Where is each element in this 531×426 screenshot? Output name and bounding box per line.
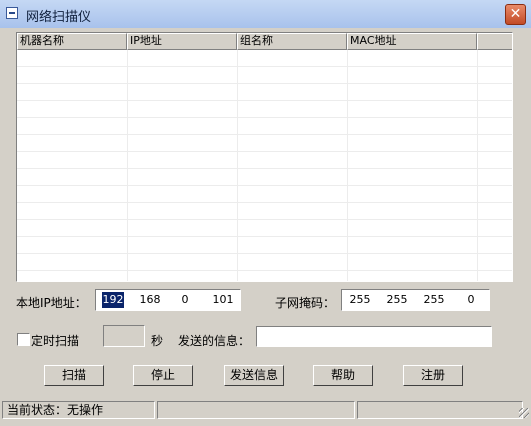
- column-header-group-name[interactable]: 组名称: [237, 33, 347, 50]
- send-message-button[interactable]: 发送信息: [224, 365, 284, 386]
- status-pane-3: [357, 401, 523, 419]
- timer-interval-input[interactable]: [103, 325, 145, 347]
- subnet-octet-1[interactable]: 255: [346, 292, 374, 308]
- scan-button[interactable]: 扫描: [44, 365, 104, 386]
- title-bar[interactable]: 网络扫描仪 ✕: [0, 0, 531, 28]
- register-button[interactable]: 注册: [403, 365, 463, 386]
- local-ip-octet-2[interactable]: 168: [136, 292, 164, 308]
- local-ip-input[interactable]: 192 168 0 101: [95, 289, 241, 311]
- timed-scan-checkbox[interactable]: [17, 333, 30, 346]
- list-header: 机器名称 IP地址 组名称 MAC地址: [17, 33, 512, 50]
- seconds-unit-label: 秒: [151, 334, 164, 348]
- column-header-ip-address[interactable]: IP地址: [127, 33, 237, 50]
- status-bar: 当前状态：无操作: [0, 400, 531, 426]
- status-text: 当前状态：无操作: [2, 401, 155, 419]
- subnet-octet-4[interactable]: 0: [457, 292, 485, 308]
- window-title: 网络扫描仪: [26, 10, 92, 25]
- column-header-mac-address[interactable]: MAC地址: [347, 33, 477, 50]
- local-ip-octet-3[interactable]: 0: [171, 292, 199, 308]
- subnet-mask-label: 子网掩码：: [275, 296, 336, 310]
- message-input[interactable]: [256, 326, 492, 347]
- column-header-filler: [477, 33, 512, 50]
- status-pane-2: [157, 401, 355, 419]
- list-body[interactable]: [17, 50, 512, 281]
- local-ip-octet-1[interactable]: 192: [102, 292, 124, 308]
- close-button[interactable]: ✕: [505, 4, 526, 25]
- help-button[interactable]: 帮助: [313, 365, 373, 386]
- timed-scan-label[interactable]: 定时扫描: [31, 332, 79, 349]
- subnet-mask-input[interactable]: 255 255 255 0: [341, 289, 490, 311]
- column-header-machine-name[interactable]: 机器名称: [17, 33, 127, 50]
- scan-results-list[interactable]: 机器名称 IP地址 组名称 MAC地址: [16, 32, 513, 282]
- message-label: 发送的信息：: [178, 334, 251, 348]
- local-ip-octet-4[interactable]: 101: [209, 292, 237, 308]
- window-menu-icon[interactable]: [6, 7, 18, 19]
- local-ip-label: 本地IP地址：: [16, 296, 87, 310]
- subnet-octet-3[interactable]: 255: [420, 292, 448, 308]
- stop-button[interactable]: 停止: [133, 365, 193, 386]
- resize-grip-icon[interactable]: [519, 408, 529, 418]
- subnet-octet-2[interactable]: 255: [383, 292, 411, 308]
- main-window: 网络扫描仪 ✕ 机器名称 IP地址 组名称 MAC地址 本地IP地址： 192 …: [0, 0, 531, 426]
